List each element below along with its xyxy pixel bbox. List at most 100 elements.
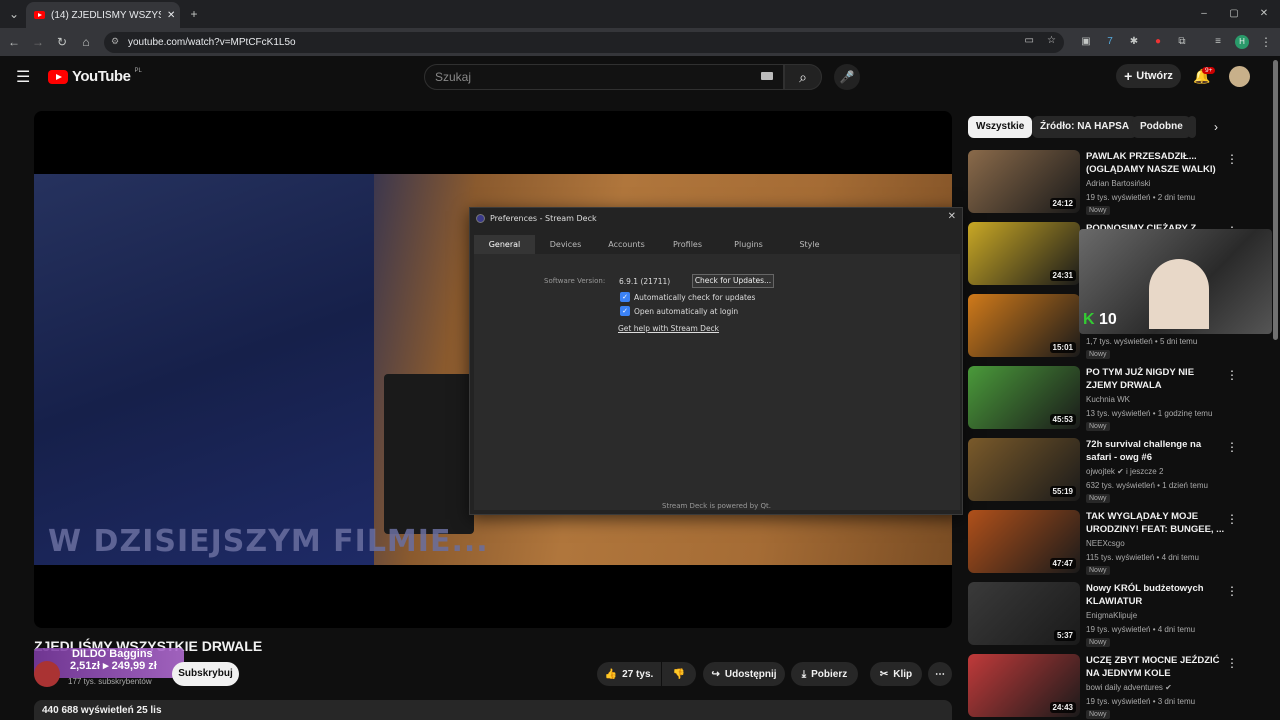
maximize-icon[interactable]: ▢ (1226, 0, 1242, 28)
video-duration: 24:12 (1049, 198, 1076, 209)
back-icon[interactable]: ← (6, 28, 22, 56)
address-bar[interactable]: ⚙ youtube.com/watch?v=MPtCFcK1L5o ▭ ☆ (104, 32, 1064, 53)
install-icon[interactable]: ▭ (1025, 35, 1034, 46)
browser-toolbar: ← → ↻ ⌂ ⚙ youtube.com/watch?v=MPtCFcK1L5… (0, 28, 1280, 56)
more-actions-button[interactable]: ⋯ (928, 662, 952, 686)
dislike-button[interactable]: 👎 (662, 662, 696, 686)
voice-search-icon[interactable]: 🎤 (834, 64, 860, 90)
video-thumbnail[interactable]: 45:53 (968, 366, 1080, 429)
auto-check-checkbox[interactable]: ✓ (620, 292, 630, 302)
create-label: Utwórz (1136, 70, 1173, 82)
tab-devices[interactable]: Devices (535, 235, 596, 254)
tab-plugins[interactable]: Plugins (718, 235, 779, 254)
description-box[interactable]: 440 688 wyświetleń 25 lis (34, 700, 952, 720)
open-login-checkbox[interactable]: ✓ (620, 306, 630, 316)
chip-overflow[interactable] (1188, 116, 1196, 138)
more-vertical-icon[interactable]: ⋮ (1226, 440, 1238, 454)
channel-name[interactable]: EnigmaKlipuje (1086, 611, 1137, 620)
channel-avatar[interactable] (34, 661, 60, 687)
recommendation-card[interactable]: 45:53 PO TYM JUŻ NIGDY NIE ZJEMY DRWALA Ku… (968, 366, 1268, 432)
channel-name[interactable]: NEEXcsgo (1086, 539, 1125, 548)
channel-name[interactable]: bowi daily adventures ✔ (1086, 683, 1172, 692)
extension-1-icon[interactable]: ▣ (1078, 28, 1094, 56)
browser-menu-icon[interactable]: ⋮ (1258, 28, 1274, 56)
new-badge: Nowy (1086, 422, 1110, 431)
video-thumbnail[interactable]: 15:01 (968, 294, 1080, 357)
chip-source[interactable]: Źródło: NA HAPSA (1032, 116, 1138, 138)
new-tab-icon[interactable]: + (186, 0, 202, 28)
search-icon: ⌕ (799, 69, 807, 85)
tab-close-icon[interactable]: ✕ (167, 10, 175, 21)
video-thumbnail[interactable]: 24:43 (968, 654, 1080, 717)
video-thumbnail[interactable]: 24:12 (968, 150, 1080, 213)
tab-style[interactable]: Style (779, 235, 840, 254)
channel-name[interactable]: Kuchnia WK (1086, 395, 1130, 404)
extension-3-icon[interactable]: ✱ (1126, 28, 1142, 56)
search-button[interactable]: ⌕ (784, 64, 822, 90)
recommendation-card[interactable]: 47:47 TAK WYGLĄDAŁY MOJE URODZINY! FEAT: … (968, 510, 1268, 576)
video-thumbnail[interactable]: 47:47 (968, 510, 1080, 573)
window-close-icon[interactable]: ✕ (1256, 0, 1272, 28)
profile-avatar[interactable]: H (1235, 35, 1249, 49)
video-title[interactable]: PAWLAK PRZESADZIŁ... (OGLĄDAMY NASZE WAL… (1086, 150, 1226, 176)
video-thumbnail[interactable]: 24:31 (968, 222, 1080, 285)
hamburger-menu-icon[interactable]: ☰ (16, 67, 30, 87)
more-vertical-icon[interactable]: ⋮ (1226, 512, 1238, 526)
help-link[interactable]: Get help with Stream Deck (618, 324, 719, 333)
keyboard-icon[interactable] (761, 72, 773, 80)
create-button[interactable]: + Utwórz (1116, 64, 1181, 88)
extension-2-icon[interactable]: 7 (1102, 28, 1118, 56)
youtube-logo[interactable]: YouTube PL (48, 68, 142, 85)
recommendation-card[interactable]: 24:12 PAWLAK PRZESADZIŁ... (OGLĄDAMY NASZ… (968, 150, 1268, 216)
scrollbar[interactable] (1273, 60, 1278, 340)
browser-tab[interactable]: (14) ZJEDLIŚMY WSZYSTKIE DR ✕ (26, 2, 180, 28)
tab-profiles[interactable]: Profiles (657, 235, 718, 254)
check-for-updates-button[interactable]: Check for Updates... (692, 274, 774, 288)
subscribe-button[interactable]: Subskrybuj (172, 662, 239, 686)
forward-icon[interactable]: → (30, 28, 46, 56)
channel-name[interactable]: ojwojtek ✔ i jeszcze 2 (1086, 467, 1163, 476)
stream-deck-preferences-dialog: Preferences - Stream Deck ✕ General Devi… (469, 207, 963, 515)
new-badge: Nowy (1086, 638, 1110, 647)
subscriber-count: 177 tys. subskrybentów (68, 677, 152, 686)
bookmark-star-icon[interactable]: ☆ (1047, 35, 1056, 46)
tab-list-icon[interactable]: ⌄ (6, 0, 22, 28)
dialog-close-icon[interactable]: ✕ (948, 211, 956, 222)
recommendation-card[interactable]: 24:43 UCZĘ ZBYT MOCNE JEŹDZIĆ NA JEDNYM K… (968, 654, 1268, 720)
search-input[interactable]: Szukaj (424, 64, 784, 90)
recommendation-card[interactable]: 5:37 Nowy KRÓL budżetowych KLAWIATUR Enigm… (968, 582, 1268, 648)
minimize-icon[interactable]: – (1196, 0, 1212, 28)
extensions-puzzle-icon[interactable]: ⧉ (1174, 28, 1190, 56)
auto-check-label: Automatically check for updates (634, 293, 756, 302)
more-vertical-icon[interactable]: ⋮ (1226, 656, 1238, 670)
recommendation-card[interactable]: 55:19 72h survival challenge na safari - … (968, 438, 1268, 504)
more-vertical-icon[interactable]: ⋮ (1226, 584, 1238, 598)
extension-4-icon[interactable]: ● (1150, 28, 1166, 56)
reload-icon[interactable]: ↻ (54, 28, 70, 56)
chips-next-icon[interactable]: › (1214, 120, 1218, 134)
more-vertical-icon[interactable]: ⋮ (1226, 368, 1238, 382)
clip-button[interactable]: ✂ Klip (870, 662, 922, 686)
video-title[interactable]: TAK WYGLĄDAŁY MOJE URODZINY! FEAT: BUNGE… (1086, 510, 1226, 536)
like-button[interactable]: 👍 27 tys. (597, 662, 661, 686)
region-code: PL (134, 68, 142, 74)
video-title[interactable]: 72h survival challenge na safari - owg #… (1086, 438, 1226, 464)
home-icon[interactable]: ⌂ (78, 28, 94, 56)
reading-list-icon[interactable]: ≡ (1210, 28, 1226, 56)
download-button[interactable]: ⤓ Pobierz (791, 662, 858, 686)
tab-general[interactable]: General (474, 235, 535, 254)
video-title[interactable]: Nowy KRÓL budżetowych KLAWIATUR (1086, 582, 1226, 608)
more-vertical-icon[interactable]: ⋮ (1226, 152, 1238, 166)
video-title[interactable]: UCZĘ ZBYT MOCNE JEŹDZIĆ NA JEDNYM KOLE (1086, 654, 1226, 680)
share-button[interactable]: ↪ Udostępnij (703, 662, 785, 686)
account-avatar[interactable] (1229, 66, 1250, 87)
chip-all[interactable]: Wszystkie (968, 116, 1033, 138)
video-thumbnail[interactable]: 55:19 (968, 438, 1080, 501)
video-title[interactable]: PO TYM JUŻ NIGDY NIE ZJEMY DRWALA (1086, 366, 1226, 392)
chip-related[interactable]: Podobne (1132, 116, 1191, 138)
video-thumbnail[interactable]: 5:37 (968, 582, 1080, 645)
tab-accounts[interactable]: Accounts (596, 235, 657, 254)
site-info-icon[interactable]: ⚙ (111, 36, 119, 47)
channel-name[interactable]: Adrian Bartosiński (1086, 179, 1150, 188)
browser-tab-strip: ⌄ (14) ZJEDLIŚMY WSZYSTKIE DR ✕ + – ▢ ✕ (0, 0, 1280, 28)
